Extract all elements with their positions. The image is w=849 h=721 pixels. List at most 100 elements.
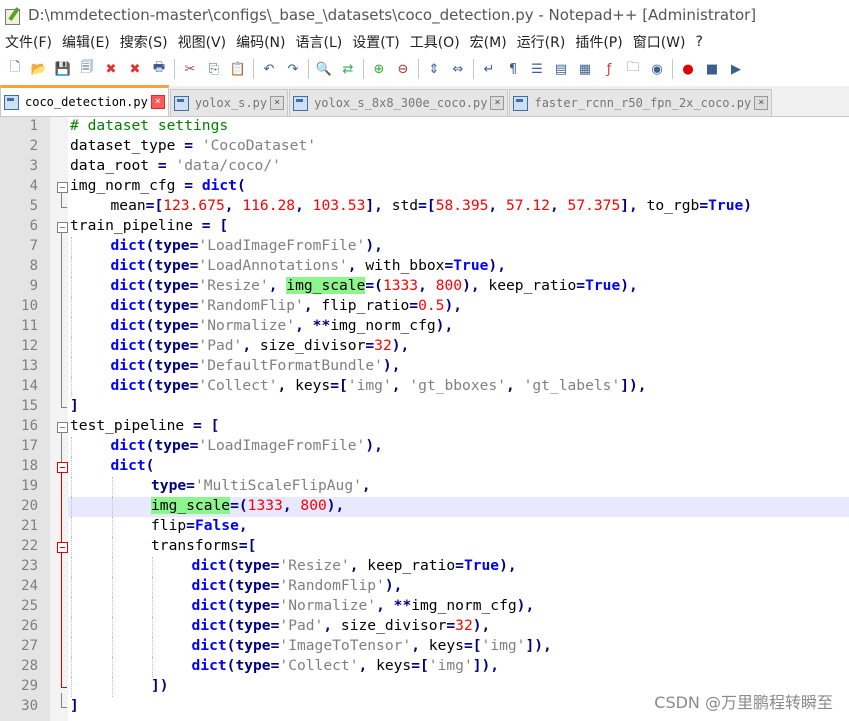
menu-item-12[interactable]: ? — [691, 34, 708, 50]
menu-item-11[interactable]: 窗口(W) — [628, 32, 691, 52]
cut-icon[interactable]: ✂ — [180, 59, 200, 79]
code-line[interactable]: ]) — [151, 677, 169, 694]
show-all-chars-icon[interactable]: ¶ — [503, 59, 523, 79]
document-map-icon[interactable]: ▦ — [575, 59, 595, 79]
close-icon[interactable]: ✖ — [101, 59, 121, 79]
code-line[interactable]: dict(type='Collect', keys=['img']), — [192, 657, 500, 674]
code-line[interactable]: dict(type='Collect', keys=['img', 'gt_bb… — [111, 377, 647, 394]
copy-icon[interactable]: ⎘ — [204, 59, 224, 79]
tab-1[interactable]: yolox_s.py × — [169, 89, 289, 116]
code-token: = — [186, 517, 195, 534]
tab-close-icon[interactable]: × — [270, 96, 285, 110]
save-icon[interactable]: 💾 — [53, 59, 73, 79]
code-line[interactable]: dict(type='Normalize', **img_norm_cfg), — [111, 317, 454, 334]
code-line[interactable]: img_scale=(1333, 800), — [151, 497, 344, 514]
menu-item-6[interactable]: 设置(T) — [347, 32, 404, 52]
indent-guide — [71, 557, 72, 577]
code-editor[interactable]: 1 # dataset settings 2 dataset_type = 'Coco… — [0, 117, 849, 721]
zoom-out-icon[interactable]: ⊖ — [393, 59, 413, 79]
folder-workspace-icon[interactable]: 🗀 — [623, 59, 643, 79]
code-line[interactable]: dataset_type = 'CocoDataset' — [70, 137, 316, 154]
close-all-icon[interactable]: ✖ — [125, 59, 145, 79]
code-token: = — [157, 157, 167, 174]
fold-toggle-icon[interactable] — [57, 542, 68, 553]
menu-item-9[interactable]: 运行(R) — [512, 32, 571, 52]
code-line[interactable]: ] — [70, 397, 79, 414]
print-icon[interactable]: 🖶 — [149, 59, 169, 79]
menu-item-2[interactable]: 搜索(S) — [115, 32, 173, 52]
new-file-icon[interactable]: 🗋 — [5, 59, 25, 79]
code-line[interactable]: train_pipeline = [ — [70, 217, 228, 234]
record-macro-icon[interactable]: ● — [678, 59, 698, 79]
code-line[interactable]: ] — [70, 697, 79, 714]
menu-item-4[interactable]: 编码(N) — [231, 32, 290, 52]
fold-toggle-icon[interactable] — [57, 462, 68, 473]
code-line[interactable]: data_root = 'data/coco/' — [70, 157, 281, 174]
code-line[interactable]: dict(type='LoadAnnotations', with_bbox=T… — [111, 257, 506, 274]
tab-label: yolox_s_8x8_300e_coco.py — [314, 96, 488, 110]
code-token: keep_ratio — [479, 277, 577, 294]
fold-toggle-icon[interactable] — [57, 422, 68, 433]
tab-close-icon[interactable]: × — [754, 96, 769, 110]
code-line[interactable]: dict(type='LoadImageFromFile'), — [111, 437, 383, 454]
sync-vertical-icon[interactable]: ⇕ — [424, 59, 444, 79]
code-line[interactable]: type='MultiScaleFlipAug', — [151, 477, 371, 494]
zoom-in-icon[interactable]: ⊕ — [369, 59, 389, 79]
code-line[interactable]: img_norm_cfg = dict( — [70, 177, 246, 194]
code-line[interactable]: dict(type='Resize', keep_ratio=True), — [192, 557, 517, 574]
code-line[interactable]: dict(type='Pad', size_divisor=32), — [192, 617, 491, 634]
tab-close-icon[interactable]: × — [490, 96, 505, 110]
save-all-icon[interactable]: 🗐 — [77, 59, 97, 79]
code-token: = — [409, 297, 419, 314]
word-wrap-icon[interactable]: ↵ — [479, 59, 499, 79]
code-line[interactable]: dict(type='LoadImageFromFile'), — [111, 237, 383, 254]
menu-item-8[interactable]: 宏(M) — [465, 32, 512, 52]
code-line[interactable]: dict(type='Resize', img_scale=(1333, 800… — [111, 277, 638, 294]
monitoring-icon[interactable]: ◉ — [647, 59, 667, 79]
code-line[interactable]: flip=False, — [151, 517, 248, 534]
tab-2[interactable]: yolox_s_8x8_300e_coco.py × — [289, 89, 509, 116]
code-line[interactable]: dict(type='Normalize', **img_norm_cfg), — [192, 597, 535, 614]
code-line[interactable]: dict( — [111, 457, 155, 474]
paste-icon[interactable]: 📋 — [228, 59, 248, 79]
menu-item-1[interactable]: 编辑(E) — [57, 32, 115, 52]
code-token: ), — [462, 277, 480, 294]
code-token: ], — [620, 197, 638, 214]
code-token: , — [505, 377, 515, 394]
function-list-icon[interactable]: ƒ — [599, 59, 619, 79]
redo-icon[interactable]: ↷ — [283, 59, 303, 79]
sync-horizontal-icon[interactable]: ⇔ — [448, 59, 468, 79]
undo-icon[interactable]: ↶ — [259, 59, 279, 79]
stop-macro-icon[interactable]: ■ — [702, 59, 722, 79]
fold-toggle-icon[interactable] — [57, 222, 68, 233]
code-line[interactable]: dict(type='RandomFlip'), — [192, 577, 403, 594]
code-line[interactable]: transforms=[ — [151, 537, 256, 554]
tab-close-icon[interactable]: × — [150, 95, 165, 109]
fold-toggle-icon[interactable] — [57, 182, 68, 193]
user-defined-language-icon[interactable]: ▤ — [551, 59, 571, 79]
open-folder-icon[interactable]: 📂 — [29, 59, 49, 79]
notepad-plus-plus-icon — [4, 6, 22, 25]
code-line[interactable]: dict(type='DefaultFormatBundle'), — [111, 357, 401, 374]
menu-item-3[interactable]: 视图(V) — [173, 32, 232, 52]
tab-0[interactable]: coco_detection.py × — [0, 85, 169, 116]
indent-guide-icon[interactable]: ☰ — [527, 59, 547, 79]
code-line[interactable]: dict(type='ImageToTensor', keys=['img'])… — [192, 637, 552, 654]
replace-icon[interactable]: ⇄ — [338, 59, 358, 79]
fold-range-line — [61, 233, 62, 407]
menu-item-0[interactable]: 文件(F) — [0, 32, 57, 52]
toolbar-separator — [672, 59, 673, 79]
code-line[interactable]: mean=[123.675, 116.28, 103.53], std=[58.… — [111, 197, 753, 214]
code-line[interactable]: dict(type='Pad', size_divisor=32), — [111, 337, 410, 354]
code-line[interactable]: dict(type='RandomFlip', flip_ratio=0.5), — [111, 297, 463, 314]
tab-3[interactable]: faster_rcnn_r50_fpn_2x_coco.py × — [509, 89, 773, 116]
play-macro-icon[interactable]: ▶ — [726, 59, 746, 79]
code-line[interactable]: test_pipeline = [ — [70, 417, 219, 434]
menu-item-10[interactable]: 插件(P) — [570, 32, 627, 52]
code-token: =( — [365, 277, 383, 294]
menu-item-7[interactable]: 工具(O) — [405, 32, 465, 52]
menu-item-5[interactable]: 语言(L) — [291, 32, 348, 52]
code-line[interactable]: # dataset settings — [70, 117, 228, 134]
find-icon[interactable]: 🔍 — [314, 59, 334, 79]
